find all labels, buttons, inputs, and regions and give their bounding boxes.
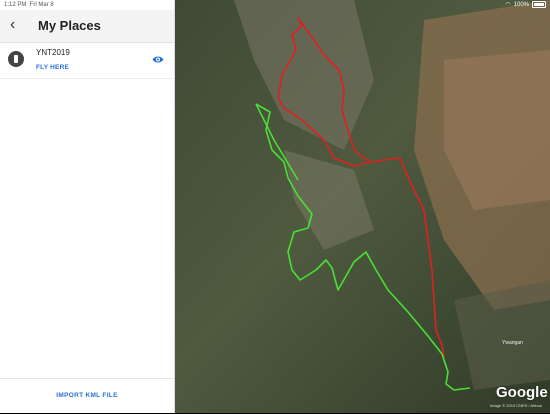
map-attribution: Image © 2019 CNES / Airbus <box>490 403 542 408</box>
status-bar: 1:12 PM Fri Mar 8 ◠ 100% <box>0 0 550 10</box>
page-title: My Places <box>38 18 101 33</box>
my-places-panel: ‹ My Places YNT2019 FLY HERE IMPORT KML … <box>0 0 175 413</box>
status-right: ◠ 100% <box>505 1 546 8</box>
google-logo: Google <box>496 384 548 401</box>
status-time-date: 1:12 PM Fri Mar 8 <box>4 2 54 8</box>
battery-icon <box>532 1 546 8</box>
place-name: YNT2019 <box>36 48 70 57</box>
wifi-icon: ◠ <box>505 2 511 8</box>
kml-file-icon <box>8 51 24 67</box>
back-chevron-icon[interactable]: ‹ <box>10 17 26 33</box>
battery-percent: 100% <box>513 1 529 8</box>
panel-header: ‹ My Places <box>0 10 174 43</box>
list-item-place[interactable]: YNT2019 FLY HERE <box>0 42 174 79</box>
town-label: Ywangan <box>502 340 523 346</box>
fly-here-link[interactable]: FLY HERE <box>36 64 69 71</box>
satellite-map[interactable] <box>174 0 550 413</box>
import-kml-button[interactable]: IMPORT KML FILE <box>0 378 174 414</box>
import-kml-label: IMPORT KML FILE <box>56 392 118 399</box>
visibility-eye-icon[interactable] <box>152 55 164 64</box>
